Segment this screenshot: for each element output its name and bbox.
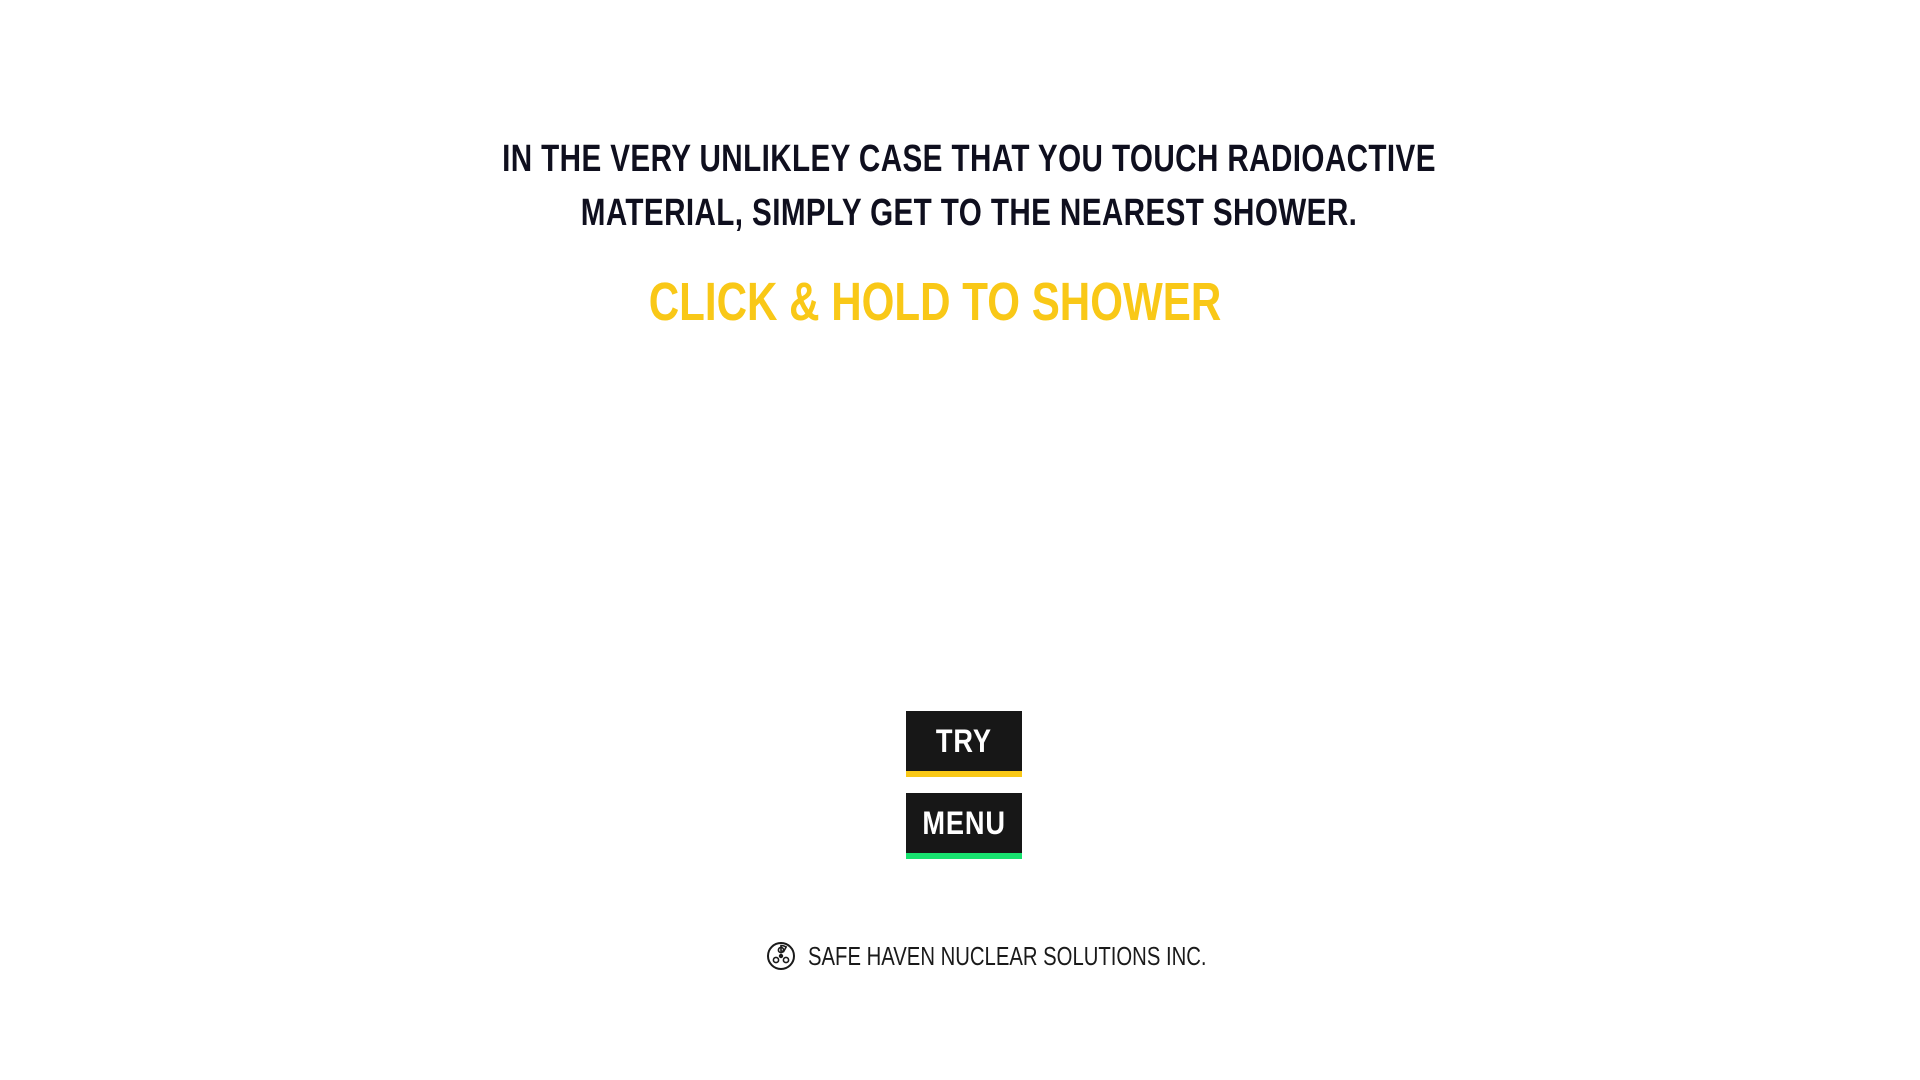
try-button[interactable]: TRY <box>906 711 1022 777</box>
game-screen[interactable]: IN THE VERY UNLIKLEY CASE THAT YOU TOUCH… <box>0 0 1920 1080</box>
instructions-line-2: MATERIAL, SIMPLY GET TO THE NEAREST SHOW… <box>580 192 1358 234</box>
footer: SAFE HAVEN NUCLEAR SOLUTIONS INC. <box>766 940 1319 972</box>
radiation-icon <box>767 942 795 970</box>
company-name: SAFE HAVEN NUCLEAR SOLUTIONS INC. <box>808 940 1207 971</box>
menu-button-label: MENU <box>922 805 1006 841</box>
menu-button[interactable]: MENU <box>906 793 1022 859</box>
try-button-label: TRY <box>936 723 992 759</box>
instructions-line-1: IN THE VERY UNLIKLEY CASE THAT YOU TOUCH… <box>502 138 1436 180</box>
shower-prompt: CLICK & HOLD TO SHOWER <box>648 272 1222 332</box>
instructions-text: IN THE VERY UNLIKLEY CASE THAT YOU TOUCH… <box>213 132 1725 240</box>
